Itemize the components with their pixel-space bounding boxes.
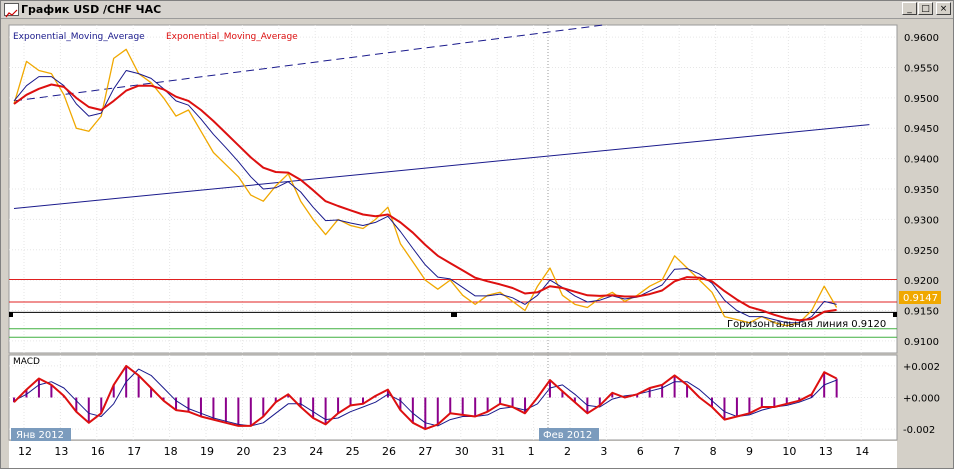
x-tick-label: 3 — [600, 445, 607, 458]
x-tick-label: 20 — [236, 445, 250, 458]
x-tick-label: 10 — [782, 445, 796, 458]
legend-ema-fast: Exponential_Moving_Average — [13, 32, 145, 42]
y-tick-label: 0.9150 — [904, 307, 939, 318]
x-tick-label: 30 — [455, 445, 469, 458]
legend-ema-slow: Exponential_Moving_Average — [166, 32, 298, 42]
x-tick-label: 18 — [164, 445, 178, 458]
y-tick-label: 0.9450 — [904, 124, 939, 135]
y-tick-label: 0.9300 — [904, 215, 939, 226]
x-tick-label: 13 — [54, 445, 68, 458]
date-label-feb: Фев 2012 — [543, 430, 592, 441]
macd-y-tick-label: +0.002 — [903, 362, 940, 373]
date-label-jan: Янв 2012 — [16, 430, 64, 441]
hline-handle-right[interactable] — [893, 312, 897, 317]
x-tick-label: 16 — [91, 445, 105, 458]
y-tick-label: 0.9600 — [904, 33, 939, 44]
macd-y-tick-label: -0.002 — [903, 425, 935, 436]
price-chart[interactable]: 0.9600 0.9550 0.9500 0.9450 0.9400 0.9350 0.93… — [0, 0, 954, 469]
y-tick-label: 0.9250 — [904, 246, 939, 257]
current-price-label: 0.9147 — [903, 293, 938, 304]
x-tick-label: 6 — [637, 445, 644, 458]
y-tick-label: 0.9500 — [904, 94, 939, 105]
y-tick-label: 0.9350 — [904, 185, 939, 196]
y-tick-label: 0.9400 — [904, 155, 939, 166]
x-tick-label: 8 — [710, 445, 717, 458]
x-tick-label: 27 — [418, 445, 432, 458]
x-tick-label: 14 — [855, 445, 869, 458]
hline-handle[interactable] — [451, 312, 457, 317]
x-tick-label: 31 — [491, 445, 505, 458]
x-tick-label: 13 — [819, 445, 833, 458]
y-tick-label: 0.9550 — [904, 63, 939, 74]
x-tick-label: 2 — [564, 445, 571, 458]
x-tick-label: 25 — [346, 445, 360, 458]
x-tick-label: 1 — [528, 445, 535, 458]
chart-window: График USD /CHF ЧАС _ □ × 0.9600 0.9550 0.… — [0, 0, 954, 469]
x-tick-label: 17 — [127, 445, 141, 458]
horizontal-line-label: Горизонтальная линия 0.9120 — [727, 319, 886, 330]
hline-handle-left[interactable] — [9, 312, 13, 317]
macd-title: MACD — [13, 357, 40, 367]
x-tick-label: 23 — [273, 445, 287, 458]
x-tick-label: 9 — [746, 445, 753, 458]
x-tick-label: 26 — [382, 445, 396, 458]
x-tick-label: 19 — [200, 445, 214, 458]
x-tick-label: 7 — [673, 445, 680, 458]
y-tick-label: 0.9200 — [904, 276, 939, 287]
x-tick-label: 12 — [18, 445, 32, 458]
macd-y-tick-label: +0.000 — [903, 394, 940, 405]
time-axis — [9, 441, 897, 468]
y-tick-label: 0.9100 — [904, 337, 939, 348]
x-tick-label: 24 — [309, 445, 323, 458]
